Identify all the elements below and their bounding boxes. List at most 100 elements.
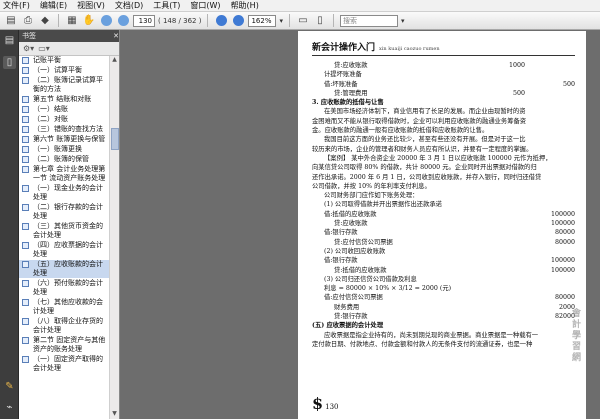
search-dropdown-icon[interactable]: ▾ bbox=[401, 17, 405, 25]
document-page: 新会计操作入门 xin kuaiji caozuo rumen 贷:应收账款 10… bbox=[298, 31, 586, 419]
bookmark-label: （二）账簿的保管 bbox=[33, 155, 89, 163]
journal-amount: 500 bbox=[512, 89, 525, 97]
page-number-input[interactable]: 130 bbox=[133, 14, 155, 27]
bookmarks-panel: 书签 ✕ ⚙▾ ▭▾ 记账平衡 （一）试算平衡 （二）账簿记录试算平衡的方法第五节 … bbox=[19, 30, 120, 419]
bookmark-item[interactable]: （一）结账 bbox=[19, 105, 110, 114]
journal-amount-col2 bbox=[525, 61, 575, 70]
journal-entry-row: 计提坏账准备 bbox=[312, 70, 575, 79]
zoom-select[interactable]: 162% bbox=[248, 14, 277, 27]
journal-amount-col2 bbox=[525, 89, 575, 98]
bookmark-item[interactable]: 第二节 固定资产与其他资产的账务处理 bbox=[19, 336, 110, 354]
open-folder-icon[interactable]: ▤ bbox=[4, 14, 18, 28]
journal-entry-row: 贷:应收账款 100000 bbox=[312, 219, 575, 228]
toolbar-divider bbox=[288, 14, 290, 27]
next-page-icon[interactable] bbox=[116, 14, 130, 28]
menu-item[interactable]: 帮助(H) bbox=[231, 0, 259, 11]
bookmark-item[interactable]: 第六节 账簿更换与保管 bbox=[19, 135, 110, 144]
bookmarks-panel-header: 书签 ✕ bbox=[19, 30, 119, 42]
section-heading: (五) 应收票据的会计处理 bbox=[312, 322, 384, 330]
bookmark-item[interactable]: （四）应收票据的会计处理 bbox=[19, 241, 110, 259]
journal-amount: 100000 bbox=[550, 266, 575, 274]
paragraph-line: 较历来的市场，企业的管理者和财务人员应有所认识，并要有一定程度的掌握。 bbox=[312, 145, 533, 153]
journal-amount: 1000 bbox=[508, 62, 525, 69]
case-line: 向某信贷公司取得 80% 的借款，共计 80000 元。企业同时开出票据对借款的… bbox=[312, 164, 537, 172]
menu-item[interactable]: 编辑(E) bbox=[40, 0, 67, 11]
journal-entry-row: 贷:应收账款 1000 bbox=[312, 61, 575, 70]
section-heading: 3. 应收账款的抵借与让售 bbox=[312, 99, 384, 107]
bookmark-item[interactable]: （八）取得企业存货的会计处理 bbox=[19, 317, 110, 335]
fit-page-icon[interactable]: ▭ bbox=[296, 14, 310, 28]
bookmark-icon bbox=[22, 116, 29, 123]
hand-tool-icon[interactable]: ✋ bbox=[82, 14, 96, 28]
journal-entry-row: 借:银行存款 80000 bbox=[312, 228, 575, 237]
journal-amount: 80000 bbox=[554, 238, 575, 246]
create-pdf-icon[interactable]: ◆ bbox=[38, 14, 52, 28]
page-footer: $ 130 bbox=[312, 394, 339, 413]
comments-icon[interactable]: ✎ bbox=[3, 380, 16, 393]
bookmark-item[interactable]: （二）对账 bbox=[19, 115, 110, 124]
menu-item[interactable]: 窗口(W) bbox=[190, 0, 220, 11]
journal-entry-row: 贷:应付信贷公司票据 80000 bbox=[312, 238, 575, 247]
scrollbar-thumb[interactable] bbox=[111, 128, 119, 150]
bookmark-item[interactable]: （二）账簿的保管 bbox=[19, 155, 110, 164]
bookmark-item[interactable]: （五）应收账款的会计处理 bbox=[19, 260, 110, 278]
bookmark-icon bbox=[22, 156, 29, 163]
bookmark-scrollbar[interactable]: ▲ ▼ bbox=[109, 56, 119, 419]
bookmark-item[interactable]: 记账平衡 bbox=[19, 56, 110, 65]
fit-width-icon[interactable]: ▯ bbox=[313, 14, 327, 28]
journal-account: 借:抵借的应收账款 bbox=[324, 210, 377, 218]
journal-amount bbox=[475, 80, 525, 89]
new-bookmark-icon[interactable]: ▭▾ bbox=[38, 44, 50, 53]
search-input[interactable]: 搜索 bbox=[339, 14, 398, 27]
scroll-up-icon[interactable]: ▲ bbox=[110, 56, 119, 65]
paragraph-line: 我国目前这方面的业务还比较少，甚至有些还没有开展。但是对于这一比 bbox=[324, 136, 526, 144]
bookmark-item[interactable]: （七）其他应收款的会计处理 bbox=[19, 298, 110, 316]
journal-entry-row: 财务费用 2000 bbox=[312, 303, 575, 312]
paragraph-line: 应收票据是指企业持有的，尚未到期兑现的商业票据。商业票据是一种载有一 bbox=[324, 331, 539, 339]
previous-page-icon[interactable] bbox=[99, 14, 113, 28]
bookmark-icon bbox=[22, 67, 29, 74]
navigation-pane-bar: ▤ ▯ ✎ ⌁ bbox=[0, 30, 19, 419]
bookmark-item[interactable]: （六）预付账款的会计处理 bbox=[19, 279, 110, 297]
menu-item[interactable]: 视图(V) bbox=[77, 0, 105, 11]
pages-icon[interactable]: ▤ bbox=[3, 34, 16, 47]
journal-account: 借:应付信贷公司票据 bbox=[324, 294, 383, 302]
bookmark-icon bbox=[22, 96, 29, 103]
bookmark-item[interactable]: （一）现金业务的会计处理 bbox=[19, 184, 110, 202]
menu-item[interactable]: 文件(F) bbox=[3, 0, 30, 11]
journal-account: 借:银行存款 bbox=[324, 257, 358, 265]
bookmark-options-icon[interactable]: ⚙▾ bbox=[23, 44, 34, 53]
bookmark-item[interactable]: （二）账簿记录试算平衡的方法 bbox=[19, 76, 110, 94]
bookmark-label: （二）银行存款的会计处理 bbox=[33, 203, 103, 220]
bookmark-item[interactable]: （三）错账的查找方法 bbox=[19, 125, 110, 134]
menu-item[interactable]: 工具(T) bbox=[153, 0, 180, 11]
toolbar-divider bbox=[207, 14, 209, 27]
journal-account: 贷:银行存款 bbox=[334, 313, 368, 321]
case-line: 【案例】 某中外合资企业 20000 年 3 月 1 日以应收账款 100000… bbox=[324, 154, 552, 162]
thumbnail-icon[interactable]: ▦ bbox=[65, 14, 79, 28]
bookmark-item[interactable]: 第五节 结账和对账 bbox=[19, 95, 110, 104]
bookmark-item[interactable]: （一）试算平衡 bbox=[19, 66, 110, 75]
zoom-out-icon[interactable] bbox=[214, 14, 228, 28]
journal-amount: 100000 bbox=[550, 210, 575, 218]
bookmark-item[interactable]: （三）其他货币资金的会计处理 bbox=[19, 222, 110, 240]
scroll-down-icon[interactable]: ▼ bbox=[110, 410, 119, 419]
bookmark-item[interactable]: （一）固定资产取得的会计处理 bbox=[19, 355, 110, 373]
print-icon[interactable]: ⎙ bbox=[21, 14, 35, 28]
bookmark-item[interactable]: （二）银行存款的会计处理 bbox=[19, 203, 110, 221]
bookmark-icon bbox=[22, 242, 29, 249]
attachments-icon[interactable]: ⌁ bbox=[3, 401, 16, 414]
bookmark-label: （二）账簿记录试算平衡的方法 bbox=[33, 76, 103, 93]
journal-amount bbox=[475, 70, 525, 79]
bookmark-label: （一）结账 bbox=[33, 105, 68, 113]
bookmark-item[interactable]: 第七章 会计业务处理第一节 流动资产账务处理 bbox=[19, 165, 110, 183]
journal-account: 贷:抵借的应收账款 bbox=[334, 266, 387, 274]
chevron-down-icon[interactable]: ▾ bbox=[279, 17, 283, 25]
menu-item[interactable]: 文档(D) bbox=[115, 0, 143, 11]
zoom-in-icon[interactable] bbox=[231, 14, 245, 28]
bookmarks-icon[interactable]: ▯ bbox=[3, 56, 16, 69]
bookmark-item[interactable]: （一）账簿更换 bbox=[19, 145, 110, 154]
bookmarks-panel-title: 书签 bbox=[22, 32, 36, 40]
close-icon[interactable]: ✕ bbox=[113, 32, 119, 40]
bookmark-label: 第六节 账簿更换与保管 bbox=[33, 135, 106, 143]
